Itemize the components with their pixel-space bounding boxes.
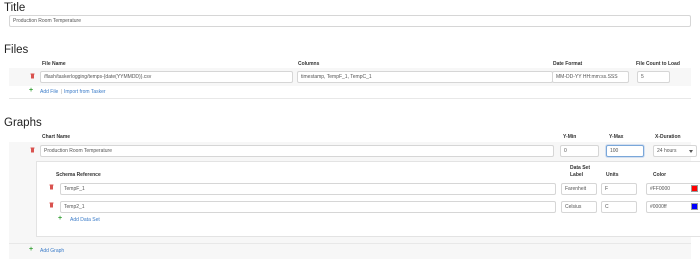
date-format-header: Date Format [553, 61, 583, 67]
file-name-input[interactable]: /flash/taskerlogging/temps-{date(YYMMDD)… [40, 71, 293, 83]
add-file-plus-icon: + [29, 87, 34, 94]
chart-name-input[interactable]: Production Room Temperature [40, 145, 554, 157]
data-set-label-header-line2: Label [570, 172, 584, 178]
import-from-tasker-link[interactable]: Import from Tasker [64, 89, 106, 95]
datasets-panel: Schema Reference Data Set Label Units Co… [36, 161, 700, 237]
links-separator: | [61, 89, 63, 95]
chevron-down-icon [689, 150, 693, 153]
add-graph-link[interactable]: Add Graph [40, 248, 64, 254]
units-input[interactable]: C [601, 201, 637, 213]
x-duration-select[interactable]: 24 hours [653, 145, 697, 157]
color-value: #0000ff [650, 204, 667, 210]
color-header: Color [653, 172, 667, 178]
files-divider [9, 98, 691, 99]
units-header: Units [606, 172, 619, 178]
add-data-set-plus-icon: + [58, 215, 63, 222]
file-name-header: File Name [42, 61, 66, 67]
color-swatch[interactable] [691, 203, 698, 210]
data-set-label-header-line1: Data Set [570, 165, 591, 171]
trash-icon[interactable] [30, 73, 35, 79]
schema-reference-input[interactable]: Temp2_1 [60, 201, 556, 213]
trash-icon[interactable] [49, 184, 54, 190]
units-input[interactable]: F [601, 183, 637, 195]
chart-name-header: Chart Name [42, 134, 71, 140]
trash-icon[interactable] [49, 202, 54, 208]
data-set-label-input[interactable]: Celsius [561, 201, 597, 213]
x-duration-header: X-Duration [655, 134, 681, 140]
trash-icon[interactable] [30, 147, 35, 153]
graphs-divider [9, 243, 691, 244]
columns-input[interactable]: timestamp, TempF_1, TempC_1 [297, 71, 553, 83]
file-count-header: File Count to Load [636, 61, 680, 67]
y-max-header: Y-Max [609, 134, 624, 140]
columns-header: Columns [298, 61, 320, 67]
title-heading: Title [4, 2, 26, 14]
graph-panel: Production Room Temperature 0 100 24 hou… [9, 142, 700, 259]
schema-reference-header: Schema Reference [56, 172, 101, 178]
title-input[interactable]: Production Room Temperature [9, 15, 691, 27]
color-value: #FF0000 [650, 186, 671, 192]
files-heading: Files [4, 44, 29, 56]
add-data-set-link[interactable]: Add Data Set [70, 217, 100, 223]
file-row: /flash/taskerlogging/temps-{date(YYMMDD)… [9, 68, 691, 86]
y-min-input[interactable]: 0 [560, 145, 599, 157]
data-set-label-input[interactable]: Farenheit [561, 183, 597, 195]
schema-reference-input[interactable]: TempF_1 [60, 183, 556, 195]
graphs-heading: Graphs [4, 117, 42, 129]
date-format-input[interactable]: MM-DD-YY HH:mm:ss.SSS [552, 71, 629, 83]
add-file-link[interactable]: Add File [40, 89, 58, 95]
x-duration-value: 24 hours [657, 148, 677, 154]
y-min-header: Y-Min [563, 134, 577, 140]
add-graph-plus-icon: + [29, 246, 34, 253]
y-max-input[interactable]: 100 [606, 145, 644, 157]
file-count-input[interactable]: 5 [637, 71, 670, 83]
color-swatch[interactable] [691, 185, 698, 192]
